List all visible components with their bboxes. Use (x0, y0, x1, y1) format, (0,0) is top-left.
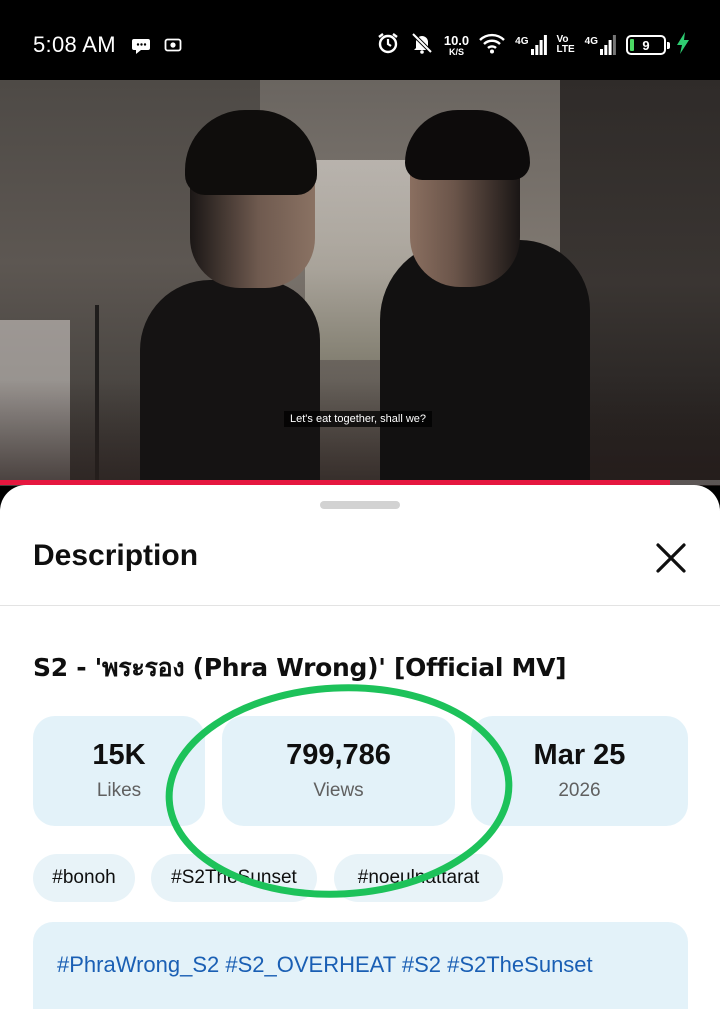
video-frame-floor (0, 380, 720, 486)
sim2-network-type: 4G (584, 36, 598, 47)
battery-level: 9 (642, 37, 650, 53)
sim1-network-type: 4G (515, 36, 529, 47)
network-speed: 10.0 K/S (444, 34, 469, 57)
description-sheet: Description S2 - 'พระรอง (Phra Wrong)' [… (0, 485, 720, 1009)
volte-line2: LTE (556, 44, 575, 55)
video-subtitle: Let's eat together, shall we? (284, 411, 433, 427)
battery-icon: 9 (626, 35, 670, 55)
publish-date: Mar 25 (533, 739, 626, 772)
network-speed-value: 10.0 (443, 32, 470, 48)
wifi-icon (479, 32, 506, 58)
hashtag-chip[interactable]: #noeulnattarat (334, 854, 503, 902)
muted-bell-icon (410, 31, 434, 59)
likes-count: 15K (92, 739, 146, 772)
screenshot-icon (164, 36, 182, 58)
status-icons: 10.0 K/S 4G Vo LTE 4G 9 (376, 30, 690, 60)
hashtag-chip[interactable]: #S2TheSunset (151, 854, 317, 902)
battery-fill (630, 39, 634, 51)
battery-nub (667, 42, 670, 49)
message-icon (131, 36, 151, 60)
signal-icon-sim2: 4G (585, 35, 616, 55)
charging-icon (676, 32, 690, 58)
signal-icon: 4G (515, 35, 547, 55)
video-player[interactable]: Let's eat together, shall we? (0, 80, 720, 486)
sheet-title: Description (33, 539, 199, 572)
alarm-icon (376, 31, 400, 59)
sheet-divider (0, 605, 720, 606)
stat-views: 799,786 Views (222, 716, 455, 826)
close-button[interactable] (648, 535, 694, 581)
hashtag-chip[interactable]: #bonoh (33, 854, 135, 902)
stat-likes: 15K Likes (33, 716, 205, 826)
video-title: S2 - 'พระรอง (Phra Wrong)' [Official MV] (33, 653, 567, 682)
volte-indicator: Vo LTE (557, 35, 575, 55)
likes-label: Likes (96, 779, 142, 801)
description-hashtags[interactable]: #PhraWrong_S2 #S2_OVERHEAT #S2 #S2TheSun… (57, 952, 593, 978)
stat-date: Mar 25 2026 (471, 716, 688, 826)
views-label: Views (313, 779, 364, 801)
status-time: 5:08 AM (33, 32, 116, 57)
status-bar: 5:08 AM 10.0 K/S 4G Vo LTE 4G 9 (0, 0, 720, 80)
close-icon (656, 543, 686, 573)
views-count: 799,786 (286, 739, 391, 772)
publish-year: 2026 (558, 779, 601, 801)
sheet-drag-handle[interactable] (320, 501, 400, 509)
network-speed-unit: K/S (448, 46, 464, 57)
video-person-left (140, 280, 320, 486)
description-box: #PhraWrong_S2 #S2_OVERHEAT #S2 #S2TheSun… (33, 922, 688, 1009)
